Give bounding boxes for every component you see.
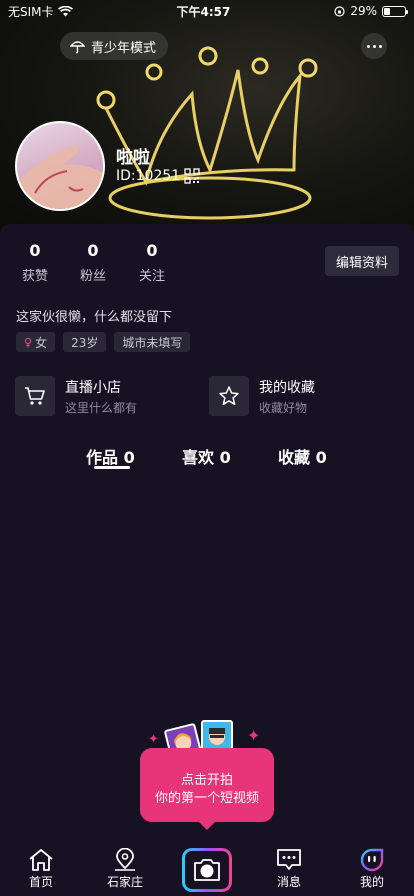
teen-mode-button[interactable]: 青少年模式 (60, 32, 169, 60)
favorites-subtitle: 收藏好物 (259, 400, 308, 415)
gender-tag: ♀ 女 (16, 332, 56, 352)
location-icon (115, 848, 135, 871)
carrier-text: 无SIM卡 (8, 4, 54, 19)
teen-mode-label: 青少年模式 (91, 40, 157, 56)
bottom-nav: 首页 石家庄 消息 我的 (0, 844, 414, 896)
active-tab-indicator (94, 466, 130, 469)
live-shop-subtitle: 这里什么都有 (65, 400, 138, 415)
profile-header: 无SIM卡 下午4:57 29% 青少年模式 啦啦 ID:10251 (0, 0, 414, 232)
battery-percent: 29% (350, 4, 377, 18)
my-favorites-entry[interactable]: 我的收藏 收藏好物 (209, 376, 315, 416)
city-tag[interactable]: 城市未填写 (114, 332, 191, 352)
sparkle-icon: ✦ (247, 726, 261, 745)
nav-messages[interactable]: 消息 (259, 848, 319, 890)
tab-likes[interactable]: 喜欢 0 (182, 444, 231, 468)
more-dot-icon (378, 44, 382, 48)
battery-icon (381, 5, 408, 17)
tab-works[interactable]: 作品 0 (86, 444, 135, 468)
stat-label: 关注 (138, 269, 165, 284)
message-icon (277, 849, 301, 870)
clock: 下午4:57 (176, 4, 231, 19)
stat-value: 0 (29, 241, 41, 260)
live-shop-title: 直播小店 (65, 379, 121, 396)
bio-text: 这家伙很懒，什么都没留下 (16, 310, 173, 325)
status-bar: 无SIM卡 下午4:57 29% (0, 0, 414, 22)
nav-home[interactable]: 首页 (11, 848, 71, 890)
more-options-button[interactable] (361, 33, 387, 59)
tab-collections[interactable]: 收藏 0 (278, 444, 327, 468)
user-id-row[interactable]: ID:10251 (116, 168, 200, 184)
nav-messages-label: 消息 (276, 875, 301, 889)
qr-code-icon[interactable] (184, 168, 200, 184)
home-icon (29, 849, 53, 871)
user-id: ID:10251 (116, 168, 181, 184)
star-icon (209, 376, 249, 416)
female-icon: ♀ (24, 335, 33, 349)
stat-following[interactable]: 0 关注 (132, 241, 172, 284)
battery-level-fill (383, 7, 390, 15)
crown-cover-image (96, 46, 318, 220)
avatar[interactable] (15, 121, 105, 211)
camera-record-button[interactable] (182, 848, 232, 892)
more-dot-icon (366, 44, 370, 48)
stat-likes[interactable]: 0 获赞 (15, 241, 55, 284)
sparkle-icon: ✦ (148, 732, 159, 747)
profile-tags: ♀ 女 23岁 城市未填写 (16, 332, 191, 352)
record-prompt-line1: 点击开拍 (180, 773, 233, 788)
stat-value: 0 (87, 241, 99, 260)
nav-me-label: 我的 (359, 875, 384, 889)
edit-profile-button[interactable]: 编辑资料 (325, 246, 399, 276)
stat-label: 获赞 (21, 269, 48, 284)
profile-face-icon (360, 848, 384, 872)
record-prompt-bubble[interactable]: 点击开拍 你的第一个短视频 (140, 748, 274, 830)
nav-home-label: 首页 (28, 875, 53, 889)
gender-label: 女 (35, 335, 48, 350)
stat-value: 0 (146, 241, 158, 260)
favorites-title: 我的收藏 (259, 379, 315, 396)
live-shop-entry[interactable]: 直播小店 这里什么都有 (15, 376, 137, 416)
more-dot-icon (372, 44, 376, 48)
wifi-icon (57, 5, 73, 16)
age-tag: 23岁 (63, 332, 107, 352)
stat-label: 粉丝 (79, 269, 106, 284)
umbrella-icon (70, 40, 85, 53)
avatar-photo (17, 145, 103, 209)
nav-city[interactable]: 石家庄 (95, 848, 155, 890)
record-prompt-line2: 你的第一个短视频 (154, 791, 259, 806)
nav-me[interactable]: 我的 (342, 848, 402, 890)
stat-fans[interactable]: 0 粉丝 (73, 241, 113, 284)
camera-icon (185, 851, 229, 889)
nav-city-label: 石家庄 (106, 875, 143, 889)
cart-icon (15, 376, 55, 416)
nickname: 啦啦 (116, 148, 150, 168)
orientation-lock-icon (334, 5, 345, 17)
